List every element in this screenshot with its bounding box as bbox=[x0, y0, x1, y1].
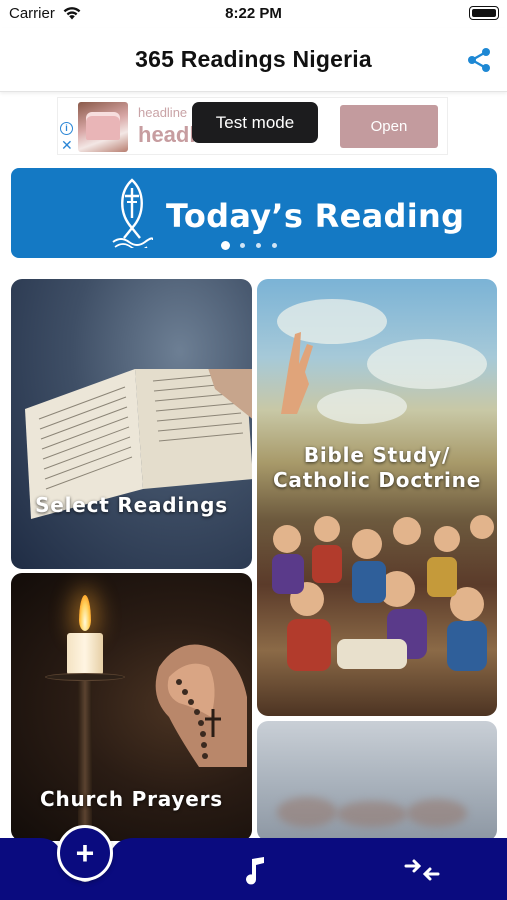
page-dot[interactable] bbox=[272, 243, 277, 248]
raised-hand-image bbox=[281, 332, 313, 414]
candle-stand-image bbox=[78, 679, 92, 841]
test-mode-badge: Test mode bbox=[192, 102, 318, 143]
ichthys-cross-icon bbox=[112, 178, 153, 248]
clock: 8:22 PM bbox=[225, 5, 282, 22]
navigation-bar: 365 Readings Nigeria bbox=[0, 28, 507, 92]
battery-icon bbox=[469, 6, 499, 20]
page-title: 365 Readings Nigeria bbox=[135, 46, 372, 72]
praying-hands-image bbox=[155, 644, 247, 767]
candle-holder-image bbox=[45, 673, 125, 681]
bible-study-label: Bible Study/ Catholic Doctrine bbox=[257, 443, 497, 493]
todays-reading-banner[interactable]: Today’s Reading bbox=[11, 168, 497, 258]
church-prayers-label: Church Prayers bbox=[39, 787, 224, 811]
ad-open-button[interactable]: Open bbox=[340, 105, 438, 148]
ad-headline-small: headline bbox=[138, 105, 188, 120]
ad-banner[interactable]: i ✕ headline headline Test mode Open bbox=[57, 97, 448, 155]
share-icon[interactable] bbox=[465, 46, 493, 74]
candle-flame-image bbox=[79, 595, 91, 631]
add-button[interactable]: + bbox=[57, 825, 113, 881]
music-note-icon[interactable] bbox=[242, 855, 268, 885]
compress-arrows-icon[interactable] bbox=[404, 856, 440, 884]
status-bar: Carrier 8:22 PM bbox=[0, 0, 507, 28]
page-dot[interactable] bbox=[240, 243, 245, 248]
church-prayers-tile[interactable]: Church Prayers bbox=[11, 573, 252, 841]
todays-reading-title: Today’s Reading bbox=[166, 197, 465, 235]
page-dot[interactable] bbox=[221, 241, 230, 250]
ad-thumbnail bbox=[78, 102, 128, 152]
ad-close-icon[interactable]: ✕ bbox=[61, 138, 73, 152]
candle-image bbox=[67, 633, 103, 675]
select-readings-label: Select Readings bbox=[35, 493, 228, 517]
bible-study-label-line2: Catholic Doctrine bbox=[272, 468, 482, 492]
fourth-tile[interactable] bbox=[257, 721, 497, 841]
plus-icon: + bbox=[75, 835, 95, 871]
select-readings-tile[interactable]: Select Readings bbox=[11, 279, 252, 569]
ad-info-icon[interactable]: i bbox=[60, 122, 73, 135]
page-dot[interactable] bbox=[256, 243, 261, 248]
page-indicator[interactable] bbox=[221, 241, 301, 251]
bible-study-tile[interactable]: Bible Study/ Catholic Doctrine bbox=[257, 279, 497, 716]
bible-study-label-line1: Bible Study/ bbox=[303, 443, 451, 467]
crowd-painting-image bbox=[272, 515, 494, 671]
